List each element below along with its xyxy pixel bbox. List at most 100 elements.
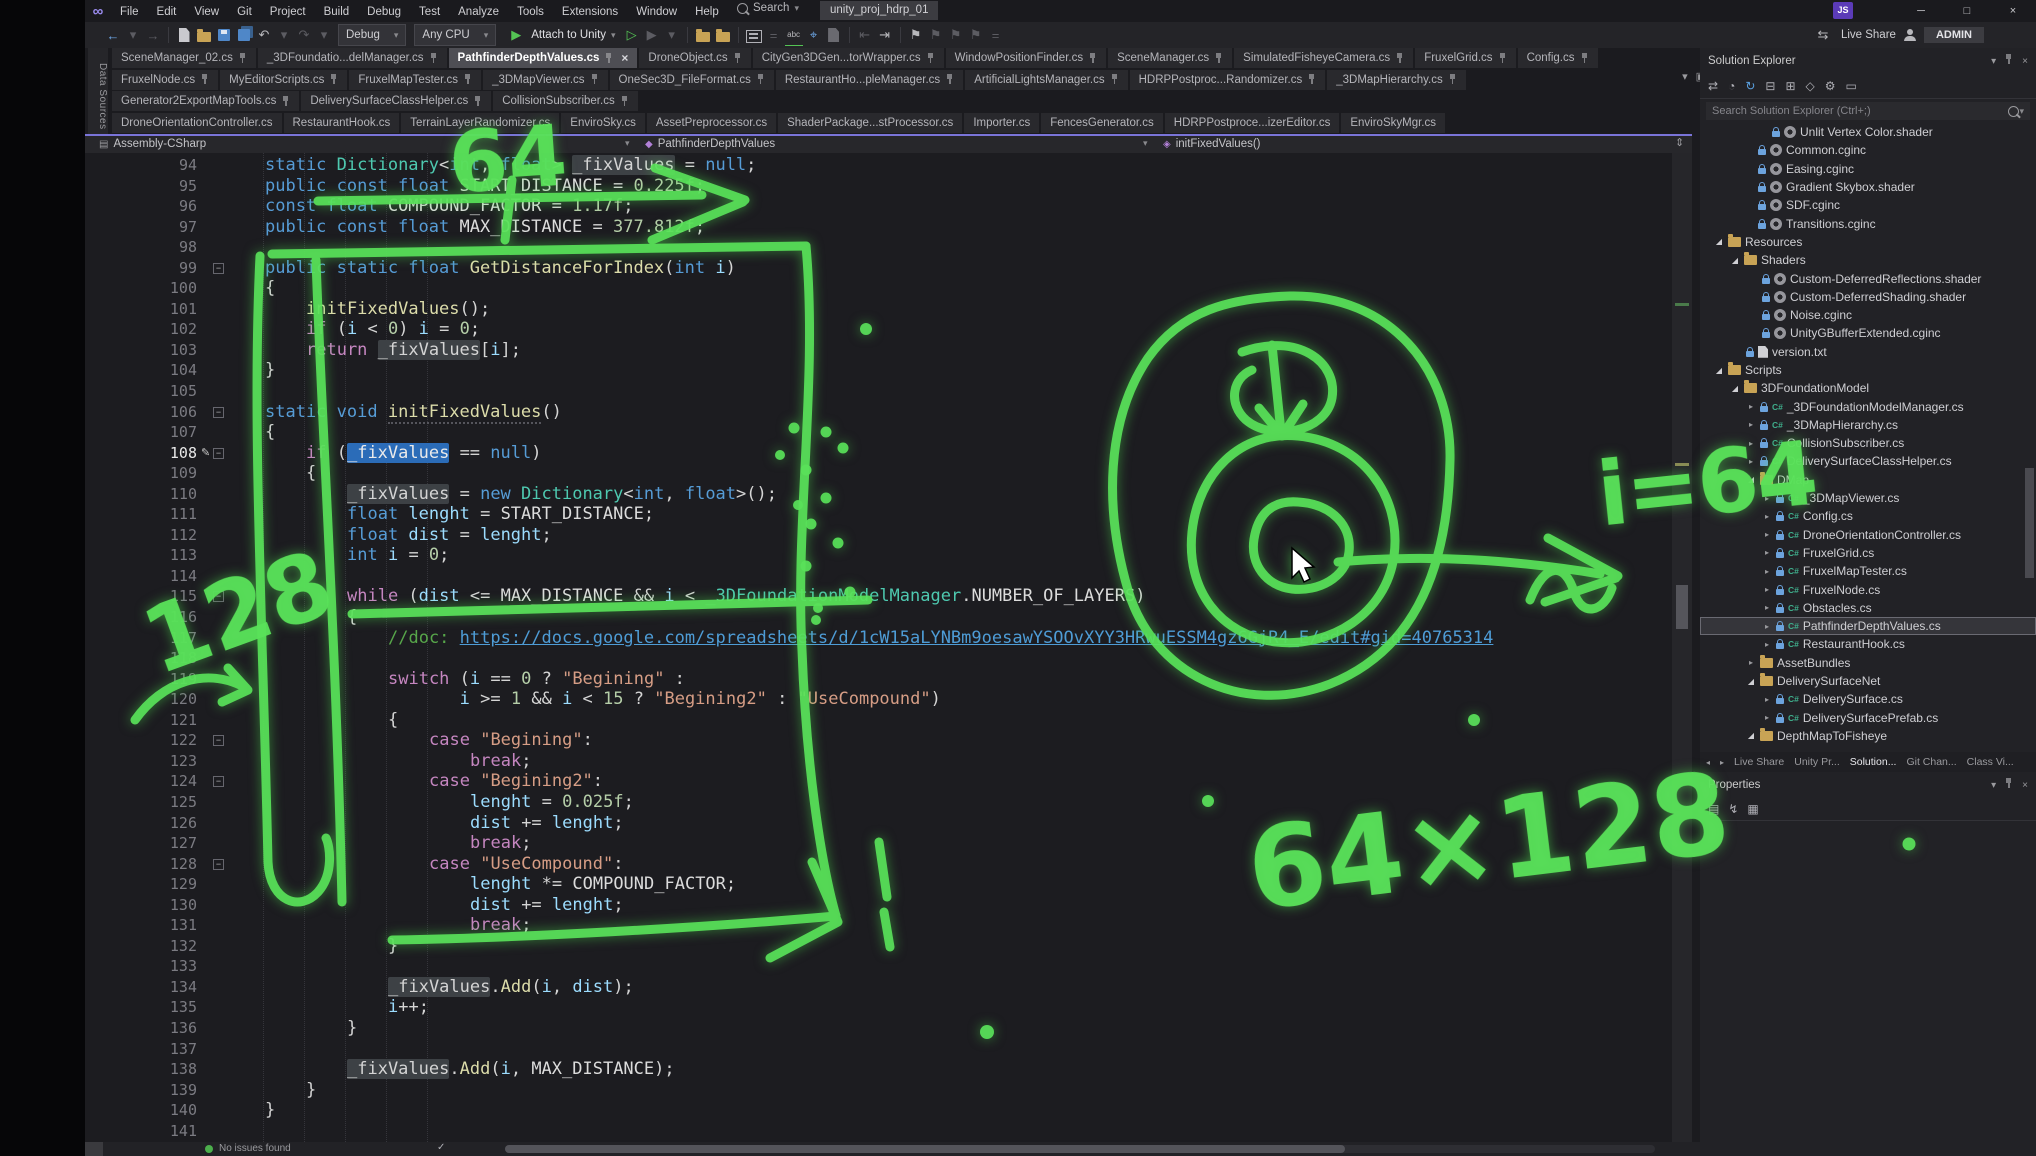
fold-collapse-icon[interactable]: − <box>213 776 224 787</box>
code-line[interactable]: 100{ <box>85 278 1672 299</box>
collapse-arrow-icon[interactable]: ◢ <box>1730 256 1740 265</box>
tree-item-fruxelgrid-cs[interactable]: ▸C#FruxelGrid.cs <box>1700 544 2036 562</box>
bookmark-clear-icon[interactable]: ⚑ <box>967 25 985 45</box>
breadcrumb-project[interactable]: ▤ Assembly-CSharp <box>99 138 206 150</box>
tree-item-unitygbufferextended-cginc[interactable]: UnityGBufferExtended.cginc <box>1700 324 2036 342</box>
code-line[interactable]: 113int i = 0; <box>85 545 1672 566</box>
fold-collapse-icon[interactable]: − <box>213 859 224 870</box>
expand-arrow-icon[interactable]: ▸ <box>1762 713 1772 722</box>
expand-arrow-icon[interactable]: ▸ <box>1746 658 1756 667</box>
switch-views-icon[interactable]: ⇄ <box>1708 79 1718 93</box>
code-line[interactable]: 96const float COMPOUND_FACTOR = 1.17f; <box>85 196 1672 217</box>
pin-icon[interactable] <box>1308 74 1316 85</box>
fold-collapse-icon[interactable]: − <box>213 263 224 274</box>
pin-icon[interactable] <box>464 74 472 85</box>
fold-collapse-icon[interactable]: − <box>213 591 224 602</box>
tree-item-transitions-cginc[interactable]: Transitions.cginc <box>1700 214 2036 232</box>
code-line[interactable]: 115−while (dist <= MAX_DISTANCE && i < _… <box>85 586 1672 607</box>
code-line[interactable]: 130dist += lenght; <box>85 895 1672 916</box>
expand-arrow-icon[interactable]: ▸ <box>1762 567 1772 576</box>
pin-icon[interactable] <box>430 53 438 64</box>
split-editor-icon[interactable]: ⇕ <box>1675 136 1684 149</box>
code-line[interactable]: 110_fixValues = new Dictionary<int, floa… <box>85 484 1672 505</box>
editor-tab-droneorientationcontroller-cs[interactable]: DroneOrientationController.cs <box>112 113 282 133</box>
alphabetical-icon[interactable]: ↯ <box>1728 802 1738 816</box>
expand-arrow-icon[interactable]: ▸ <box>1762 622 1772 631</box>
code-line[interactable]: 131break; <box>85 915 1672 936</box>
pin-icon[interactable] <box>201 74 209 85</box>
tree-item-unlit-vertex-color-shader[interactable]: Unlit Vertex Color.shader <box>1700 123 2036 141</box>
fold-collapse-icon[interactable]: − <box>213 448 224 459</box>
tree-item-restauranthook-cs[interactable]: ▸C#RestaurantHook.cs <box>1700 635 2036 653</box>
expand-arrow-icon[interactable]: ▸ <box>1746 420 1756 429</box>
tab-overflow-caret-icon[interactable]: ▾ <box>1682 70 1688 83</box>
panel-close-icon[interactable]: × <box>2022 56 2028 67</box>
menu-window[interactable]: Window <box>627 6 686 18</box>
panel-pin-icon[interactable] <box>2005 54 2013 68</box>
select-target-icon[interactable]: ⌖ <box>805 25 823 45</box>
menu-project[interactable]: Project <box>261 6 315 18</box>
code-line[interactable]: 111float lenght = START_DISTANCE; <box>85 504 1672 525</box>
code-line[interactable]: 105 <box>85 381 1672 402</box>
menu-analyze[interactable]: Analyze <box>449 6 508 18</box>
tree-item-3dmaphierarchy-cs[interactable]: ▸C#_3DMapHierarchy.cs <box>1700 416 2036 434</box>
editor-tab-importer-cs[interactable]: Importer.cs <box>964 113 1039 133</box>
editor-tab-envirosky-cs[interactable]: EnviroSky.cs <box>561 113 645 133</box>
start-without-debugging-icon[interactable]: ▷ <box>623 25 641 45</box>
tree-item-gradient-skybox-shader[interactable]: Gradient Skybox.shader <box>1700 178 2036 196</box>
pin-icon[interactable] <box>1499 53 1507 64</box>
tree-item-deliverysurfacenet[interactable]: ◢DeliverySurfaceNet <box>1700 672 2036 690</box>
tree-item-deliverysurfaceprefab-cs[interactable]: ▸C#DeliverySurfacePrefab.cs <box>1700 709 2036 727</box>
tree-item-fruxelmaptester-cs[interactable]: ▸C#FruxelMapTester.cs <box>1700 562 2036 580</box>
view-code-icon[interactable]: ◇ <box>1806 79 1815 93</box>
code-line[interactable]: 132} <box>85 936 1672 957</box>
account-badge[interactable]: JS <box>1833 2 1853 19</box>
pending-changes-filter-icon[interactable]: ◔ <box>1728 79 1735 93</box>
pin-icon[interactable] <box>734 53 742 64</box>
tree-item-3dmapviewer-cs[interactable]: ▸C#_3DMapViewer.cs <box>1700 489 2036 507</box>
bookmark-toggle-icon[interactable]: ⚑ <box>907 25 925 45</box>
editor-tab-3dmapviewer-cs[interactable]: _3DMapViewer.cs <box>483 70 607 90</box>
code-line[interactable]: 112float dist = lenght; <box>85 525 1672 546</box>
equals-icon[interactable]: = <box>765 25 783 45</box>
expand-arrow-icon[interactable]: ▸ <box>1762 695 1772 704</box>
solution-explorer-search[interactable]: Search Solution Explorer (Ctrl+;) ▾ <box>1706 102 2030 120</box>
menu-file[interactable]: File <box>111 6 148 18</box>
collapse-arrow-icon[interactable]: ◢ <box>1714 237 1724 246</box>
code-line[interactable]: 121{ <box>85 710 1672 731</box>
code-line[interactable]: 104} <box>85 360 1672 381</box>
code-line[interactable]: 133 <box>85 956 1672 977</box>
scrollbar-thumb[interactable] <box>1676 585 1688 629</box>
debug-config-select[interactable]: Debug▾ <box>338 24 406 46</box>
menu-edit[interactable]: Edit <box>148 6 186 18</box>
editor-tab-citygen3dgen-torwrapper-cs[interactable]: CityGen3DGen...torWrapper.cs <box>753 48 944 68</box>
collapse-all-icon[interactable]: ⊟ <box>1765 79 1775 93</box>
code-line[interactable]: 122−case "Begining": <box>85 730 1672 751</box>
pin-icon[interactable] <box>1089 53 1097 64</box>
pin-icon[interactable] <box>621 96 629 107</box>
panel-menu-caret-icon[interactable]: ▾ <box>1991 780 1996 791</box>
expand-arrow-icon[interactable]: ▸ <box>1762 603 1772 612</box>
fold-collapse-icon[interactable]: − <box>213 735 224 746</box>
tree-item-config-cs[interactable]: ▸C#Config.cs <box>1700 507 2036 525</box>
live-share-button[interactable]: Live Share <box>1841 29 1896 41</box>
code-line[interactable]: 99−public static float GetDistanceForInd… <box>85 258 1672 279</box>
editor-tab-enviroskymgr-cs[interactable]: EnviroSkyMgr.cs <box>1341 113 1445 133</box>
nav-back-caret-icon[interactable]: ▾ <box>124 25 142 45</box>
tree-item-3dfoundationmodelmanager-cs[interactable]: ▸C#_3DFoundationModelManager.cs <box>1700 397 2036 415</box>
redo-caret-icon[interactable]: ▾ <box>315 25 333 45</box>
menu-build[interactable]: Build <box>315 6 359 18</box>
editor-tab-hdrppostproce-izereditor-cs[interactable]: HDRPPostproce...izerEditor.cs <box>1165 113 1340 133</box>
panel-pin-icon[interactable] <box>2005 778 2013 792</box>
collapse-arrow-icon[interactable]: ◢ <box>1746 677 1756 686</box>
find-in-files-icon[interactable] <box>694 25 712 45</box>
open-recent-icon[interactable] <box>714 25 732 45</box>
pin-icon[interactable] <box>1449 74 1457 85</box>
tool-tab-git-chan[interactable]: Git Chan... <box>1906 756 1956 768</box>
account-person-icon[interactable] <box>1904 29 1916 41</box>
pin-icon[interactable] <box>1396 53 1404 64</box>
collapse-arrow-icon[interactable]: ◢ <box>1746 731 1756 740</box>
tree-item-droneorientationcontroller-cs[interactable]: ▸C#DroneOrientationController.cs <box>1700 526 2036 544</box>
code-line[interactable]: 123break; <box>85 751 1672 772</box>
code-line[interactable]: 118 <box>85 648 1672 669</box>
